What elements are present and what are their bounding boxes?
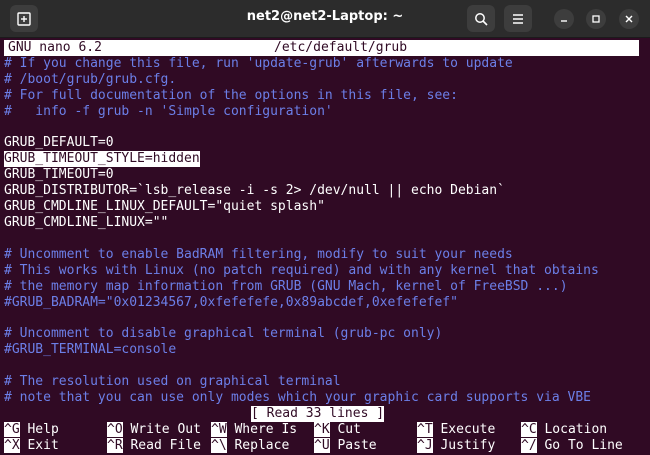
nano-title-bar: GNU nano 6.2/etc/default/grub <box>4 40 639 56</box>
shortcut-label: Help <box>27 422 59 437</box>
shortcut-justify[interactable]: ^J Justify <box>417 438 495 454</box>
code-line[interactable]: # For full documentation of the options … <box>4 88 458 104</box>
terminal-window: net2@net2-Laptop: ~ GNU nano 6.2 /etc/de… <box>0 0 650 455</box>
code-line[interactable]: GRUB_CMDLINE_LINUX="" <box>4 215 168 231</box>
shortcut-label: Exit <box>27 438 59 453</box>
maximize-icon <box>592 15 600 23</box>
shortcut-key: ^\ <box>211 438 227 453</box>
shortcut-key: ^C <box>521 422 537 437</box>
shortcut-label: Paste <box>337 438 377 453</box>
shortcut-read-file[interactable]: ^R Read File <box>107 438 201 454</box>
shortcut-exit[interactable]: ^X Exit <box>4 438 59 454</box>
code-line[interactable]: # If you change this file, run 'update-g… <box>4 56 513 72</box>
shortcut-label: Where Is <box>234 422 298 437</box>
code-line[interactable]: GRUB_DEFAULT=0 <box>4 135 114 151</box>
shortcut-help[interactable]: ^G Help <box>4 422 59 438</box>
code-line[interactable]: # This works with Linux (no patch requir… <box>4 263 599 279</box>
code-line[interactable]: #GRUB_BADRAM="0x01234567,0xfefefefe,0x89… <box>4 295 458 311</box>
window-title: net2@net2-Laptop: ~ <box>246 9 404 24</box>
code-line[interactable]: # The resolution used on graphical termi… <box>4 374 341 390</box>
maximize-button[interactable] <box>586 9 606 29</box>
code-line[interactable]: GRUB_DISTRIBUTOR=`lsb_release -i -s 2> /… <box>4 183 505 199</box>
nano-filename: /etc/default/grub <box>274 40 408 55</box>
nano-editor[interactable]: GNU nano 6.2/etc/default/grub # If you c… <box>0 38 650 455</box>
code-line[interactable]: # Uncomment to enable BadRAM filtering, … <box>4 247 513 263</box>
shortcut-key: ^W <box>211 422 227 437</box>
shortcut-label: Write Out <box>130 422 201 437</box>
code-line[interactable]: # Uncomment to disable graphical termina… <box>4 326 442 342</box>
new-tab-icon <box>17 11 31 26</box>
shortcut-key: ^T <box>417 422 433 437</box>
hamburger-menu-icon <box>513 13 523 24</box>
close-button[interactable] <box>619 9 639 29</box>
shortcut-label: Location <box>544 422 608 437</box>
shortcut-key: ^G <box>4 422 20 437</box>
shortcut-key: ^X <box>4 438 20 453</box>
code-line[interactable]: #GRUB_TERMINAL=console <box>4 342 176 358</box>
code-line[interactable]: GRUB_TIMEOUT=0 <box>4 167 114 183</box>
search-button[interactable] <box>467 5 495 32</box>
shortcut-label: Read File <box>130 438 201 453</box>
code-line[interactable]: GRUB_CMDLINE_LINUX_DEFAULT="quiet splash… <box>4 199 325 215</box>
shortcut-key: ^O <box>107 422 123 437</box>
shortcut-cut[interactable]: ^K Cut <box>314 422 361 438</box>
new-tab-button[interactable] <box>10 5 38 32</box>
code-line-selected[interactable]: GRUB_TIMEOUT_STYLE=hidden <box>4 151 200 167</box>
shortcut-key: ^R <box>107 438 123 453</box>
shortcut-replace[interactable]: ^\ Replace <box>211 438 289 454</box>
close-icon <box>625 15 633 23</box>
header-bar: net2@net2-Laptop: ~ <box>0 0 650 38</box>
nano-version-label: GNU nano 6.2 <box>8 40 102 55</box>
shortcut-label: Go To Line <box>544 438 623 453</box>
shortcut-label: Execute <box>440 422 496 437</box>
shortcut-location[interactable]: ^C Location <box>521 422 607 438</box>
shortcut-label: Justify <box>440 438 496 453</box>
shortcut-where-is[interactable]: ^W Where Is <box>211 422 297 438</box>
code-line[interactable]: # /boot/grub/grub.cfg. <box>4 72 176 88</box>
shortcut-label: Cut <box>337 422 361 437</box>
shortcut-paste[interactable]: ^U Paste <box>314 438 377 454</box>
shortcut-key: ^J <box>417 438 433 453</box>
code-line[interactable]: # the memory map information from GRUB (… <box>4 279 568 295</box>
shortcut-execute[interactable]: ^T Execute <box>417 422 495 438</box>
search-icon <box>475 12 488 26</box>
shortcut-key: ^/ <box>521 438 537 453</box>
code-line[interactable]: # note that you can use only modes which… <box>4 390 591 406</box>
minimize-icon <box>561 20 567 22</box>
menu-button[interactable] <box>504 5 532 32</box>
shortcut-key: ^U <box>314 438 330 453</box>
shortcut-label: Replace <box>234 438 290 453</box>
shortcut-go-to-line[interactable]: ^/ Go To Line <box>521 438 623 454</box>
code-line[interactable]: # info -f grub -n 'Simple configuration' <box>4 104 333 120</box>
shortcut-key: ^K <box>314 422 330 437</box>
shortcut-write-out[interactable]: ^O Write Out <box>107 422 201 438</box>
minimize-button[interactable] <box>554 9 574 29</box>
status-message: [ Read 33 lines ] <box>251 406 385 422</box>
